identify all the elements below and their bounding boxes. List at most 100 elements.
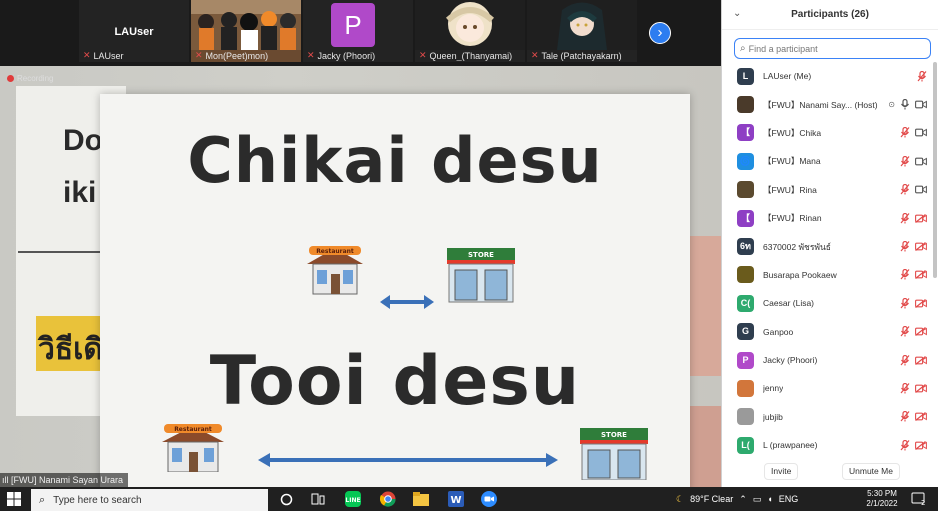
mic-icon[interactable] [900, 99, 910, 110]
thumbnail-jacky[interactable]: P ✕ Jacky (Phoori) [303, 0, 413, 62]
participant-status-icons [900, 127, 927, 138]
weather-label[interactable]: 89°F Clear [690, 494, 733, 504]
video-off-icon[interactable] [915, 384, 927, 393]
participant-row[interactable]: C(Caesar (Lisa) [722, 289, 932, 317]
participant-row[interactable]: 【FWU】Nanami Say... (Host) ⊙ [722, 90, 932, 118]
avatar: 【 [737, 124, 754, 142]
line-app-icon[interactable]: LINE [345, 491, 361, 507]
mic-muted-icon[interactable] [900, 326, 910, 337]
participant-list: L LAUser (Me) 【FWU】Nanami Say... (Host) ⊙ 【【… [722, 62, 932, 459]
avatar [737, 96, 754, 114]
video-off-icon[interactable] [915, 213, 927, 223]
mic-muted-icon[interactable] [900, 439, 910, 451]
mic-muted-icon[interactable] [900, 297, 910, 309]
zoom-window: LAUser ✕ LAUser ✕ Mon(Peet)mon) P ✕ Jack… [0, 0, 938, 511]
mic-muted-icon[interactable] [900, 127, 910, 138]
video-off-icon[interactable] [915, 327, 927, 337]
participant-status-icons: ⊙ [888, 99, 927, 110]
video-off-icon[interactable] [915, 242, 927, 251]
participant-row[interactable]: 【FWU】Rina [722, 176, 932, 204]
short-arrow-icon [380, 295, 434, 309]
notification-icon[interactable]: 2 [911, 492, 925, 507]
mic-muted-icon: ✕ [83, 50, 91, 60]
participant-row[interactable]: jenny [722, 374, 932, 402]
mic-muted-icon[interactable] [900, 184, 910, 195]
participant-name: 【FWU】Rinan [763, 213, 822, 224]
restaurant-label: Restaurant [174, 426, 212, 433]
video-off-icon[interactable] [915, 355, 927, 365]
mic-muted-icon[interactable] [900, 241, 910, 252]
network-icon[interactable]: ▭ [753, 494, 762, 505]
chevron-up-icon[interactable]: ⌃ [739, 494, 747, 505]
video-off-icon[interactable] [915, 270, 927, 280]
mic-muted-icon[interactable] [900, 382, 910, 394]
participant-row[interactable]: Busarapa Pookaew [722, 261, 932, 289]
thumbnail-tale[interactable]: ✕ Tale (Patchayakarn) [527, 0, 637, 62]
participant-name: Busarapa Pookaew [763, 269, 837, 280]
mic-muted-icon[interactable] [900, 155, 910, 167]
next-page-button[interactable]: › [649, 22, 671, 44]
word-icon[interactable]: W [448, 491, 464, 507]
task-view-icon[interactable] [310, 491, 326, 507]
avatar: G [737, 323, 754, 341]
participant-row[interactable]: 【【FWU】Rinan [722, 204, 932, 232]
windows-taskbar: ⌕ Type here to search LINE W ☾ 89°F Clea… [0, 487, 938, 511]
mic-muted-icon: ✕ [195, 50, 203, 60]
mic-muted-icon[interactable] [900, 212, 910, 224]
video-off-icon[interactable] [915, 440, 927, 450]
search-input[interactable] [748, 43, 919, 54]
mic-muted-icon[interactable] [900, 354, 910, 366]
unmute-me-button[interactable]: Unmute Me [842, 463, 900, 480]
participant-row[interactable]: L(L (prawpanee) [722, 431, 932, 459]
video-off-icon[interactable] [915, 298, 927, 308]
background-sign-text-2: iki [63, 176, 97, 209]
invite-button[interactable]: Invite [764, 463, 799, 480]
participant-row[interactable]: P Jacky (Phoori) [722, 346, 932, 374]
participant-row[interactable]: 🌀 【FWU】Mana [722, 147, 932, 175]
thumbnail-mon[interactable]: ✕ Mon(Peet)mon) [191, 0, 301, 62]
video-icon[interactable] [915, 185, 927, 194]
participant-search[interactable]: ⌕ [734, 38, 931, 59]
participant-row[interactable]: L LAUser (Me) [722, 62, 932, 90]
svg-text:LINE: LINE [345, 497, 360, 504]
panel-footer: Invite Unmute Me [722, 459, 938, 483]
thumbnail-name: Queen_(Thanyamai) [429, 50, 513, 61]
thumbnail-label: ✕ LAUser [83, 50, 187, 61]
cortana-icon[interactable] [278, 491, 294, 507]
mic-muted-icon[interactable] [917, 70, 927, 82]
taskbar-search[interactable]: ⌕ Type here to search [31, 489, 268, 511]
avatar: L [737, 67, 754, 85]
thumbnail-label: ✕ Tale (Patchayakarn) [531, 50, 635, 61]
long-arrow-icon [258, 453, 558, 467]
thumbnail-queen[interactable]: ✕ Queen_(Thanyamai) [415, 0, 525, 62]
participant-row[interactable]: 【【FWU】Chika [722, 119, 932, 147]
windows-start-icon[interactable] [6, 491, 22, 507]
video-icon[interactable] [915, 157, 927, 166]
participant-name: Ganpoo [763, 326, 794, 337]
mic-muted-icon[interactable] [900, 411, 910, 422]
avatar: P [737, 351, 754, 369]
video-off-icon[interactable] [915, 412, 927, 422]
avatar [737, 181, 754, 199]
scrollbar[interactable] [933, 62, 937, 278]
panel-title: Participants (26) [791, 9, 869, 20]
video-icon[interactable] [915, 128, 927, 137]
host-badge-icon: ⊙ [888, 100, 895, 110]
participant-row[interactable]: 6ท 6370002 พัชรพันธ์ [722, 232, 932, 260]
avatar: 【 [737, 209, 754, 227]
thumbnail-lauser[interactable]: LAUser ✕ LAUser [79, 0, 189, 62]
mic-muted-icon[interactable] [900, 269, 910, 280]
lang-label[interactable]: ENG [779, 494, 799, 504]
taskbar-clock[interactable]: 5:30 PM 2/1/2022 [862, 489, 902, 509]
thumbnail-center-name: LAUser [114, 26, 154, 38]
participant-status-icons [900, 411, 927, 422]
zoom-icon[interactable] [481, 491, 497, 507]
file-explorer-icon[interactable] [413, 491, 429, 507]
participant-row[interactable]: G Ganpoo [722, 318, 932, 346]
speaker-icon[interactable]: ◖ [767, 494, 772, 504]
thumbnail-name: Tale (Patchayakarn) [541, 50, 622, 61]
video-icon[interactable] [915, 100, 927, 109]
chrome-icon[interactable] [380, 491, 396, 507]
search-icon: ⌕ [740, 43, 746, 54]
participant-row[interactable]: jubjib [722, 403, 932, 431]
